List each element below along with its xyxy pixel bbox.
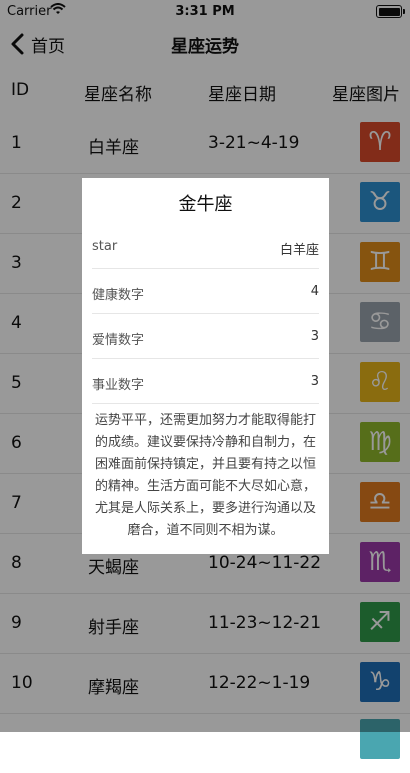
detail-row-star: star 白羊座 xyxy=(92,224,319,269)
detail-row-love: 爱情数字 3 xyxy=(92,314,319,359)
detail-key: star xyxy=(92,239,118,254)
detail-key: 事业数字 xyxy=(92,378,145,393)
detail-key: 健康数字 xyxy=(92,288,145,303)
detail-value: 3 xyxy=(310,329,319,344)
dialog-title: 金牛座 xyxy=(178,194,233,215)
detail-value: 4 xyxy=(310,284,319,299)
zodiac-detail-dialog: 金牛座 star 白羊座 健康数字 4 爱情数字 3 事业数字 3 运势平平，还… xyxy=(82,178,329,554)
detail-key: 爱情数字 xyxy=(92,333,145,348)
detail-value: 3 xyxy=(310,374,319,389)
detail-value: 白羊座 xyxy=(279,243,319,258)
detail-row-career: 事业数字 3 xyxy=(92,359,319,404)
detail-row-health: 健康数字 4 xyxy=(92,269,319,314)
fortune-description: 运势平平，还需更加努力才能取得能打的成绩。建议要保持冷静和自制力，在困难面前保持… xyxy=(94,413,316,538)
